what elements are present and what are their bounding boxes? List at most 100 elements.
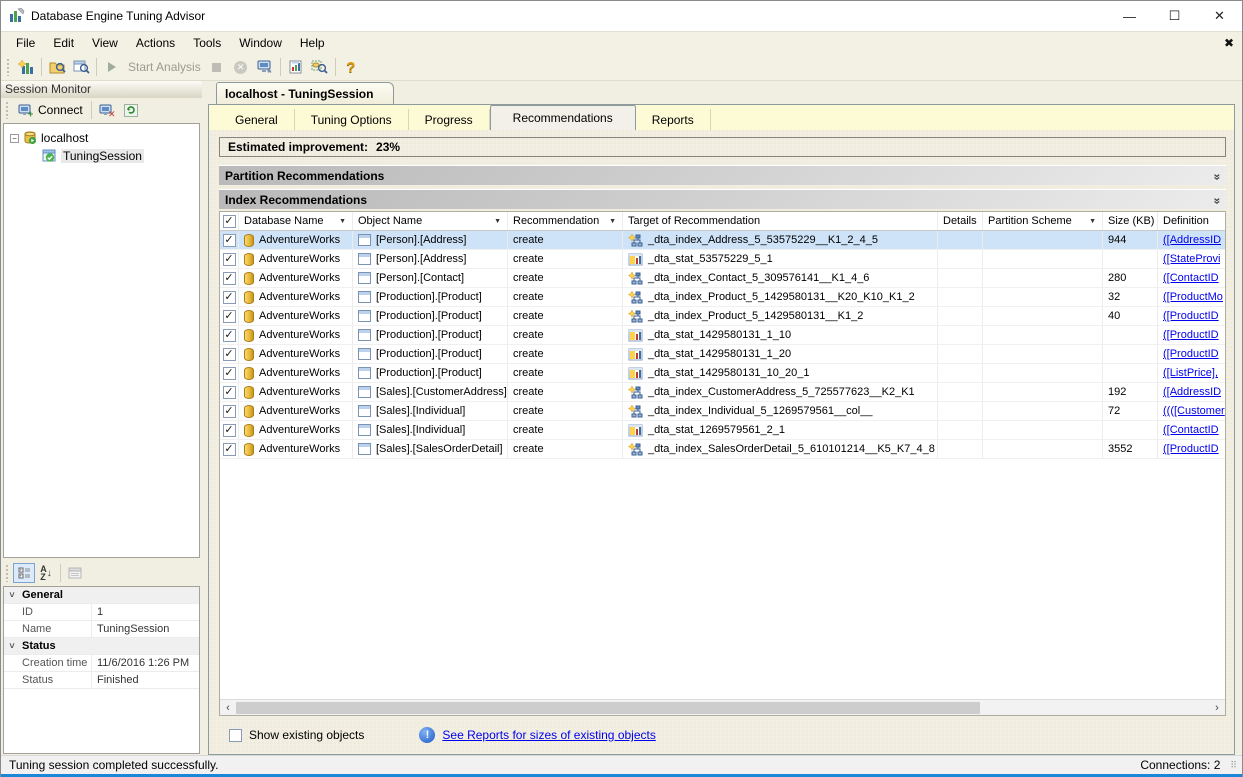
export-report-icon[interactable] — [284, 56, 308, 78]
table-row[interactable]: ✓ AdventureWorks [Person].[Address] crea… — [220, 250, 1225, 269]
definition-link[interactable]: ((([Customer — [1163, 405, 1225, 417]
scroll-right-icon[interactable]: › — [1209, 700, 1225, 716]
tab-recommendations[interactable]: Recommendations — [490, 105, 636, 130]
header-details[interactable]: Details — [938, 212, 983, 230]
definition-link[interactable]: ([ProductID — [1163, 329, 1219, 341]
tab-reports[interactable]: Reports — [636, 109, 711, 130]
table-row[interactable]: ✓ AdventureWorks [Production].[Product] … — [220, 288, 1225, 307]
row-checkbox[interactable]: ✓ — [223, 348, 236, 361]
tree-item-session[interactable]: TuningSession — [4, 147, 199, 165]
toolbar-grip[interactable] — [5, 564, 10, 582]
table-row[interactable]: ✓ AdventureWorks [Production].[Product] … — [220, 326, 1225, 345]
property-pages-icon[interactable] — [64, 563, 86, 583]
row-checkbox[interactable]: ✓ — [223, 443, 236, 456]
property-row-creation-time[interactable]: Creation time 11/6/2016 1:26 PM — [4, 655, 199, 672]
definition-link[interactable]: ([ProductID — [1163, 348, 1219, 360]
tree-item-server[interactable]: − localhost — [4, 129, 199, 147]
start-analysis-label[interactable]: Start Analysis — [124, 60, 205, 74]
property-category-status[interactable]: ˅ Status — [4, 638, 199, 655]
row-checkbox[interactable]: ✓ — [223, 253, 236, 266]
property-row-status[interactable]: Status Finished — [4, 672, 199, 689]
stop-analysis-icon[interactable] — [205, 56, 229, 78]
row-checkbox[interactable]: ✓ — [223, 367, 236, 380]
row-checkbox[interactable]: ✓ — [223, 329, 236, 342]
row-checkbox[interactable]: ✓ — [223, 310, 236, 323]
definition-link[interactable]: ([ProductID — [1163, 443, 1219, 455]
table-row[interactable]: ✓ AdventureWorks [Sales].[Individual] cr… — [220, 402, 1225, 421]
refresh-icon[interactable] — [119, 99, 143, 121]
cancel-icon[interactable]: ✕ — [229, 56, 253, 78]
definition-link[interactable]: ([AddressID — [1163, 386, 1221, 398]
start-analysis-icon[interactable] — [100, 56, 124, 78]
menu-item[interactable]: View — [83, 33, 127, 53]
connect-button[interactable]: + Connect — [13, 101, 88, 119]
menu-item[interactable]: Edit — [44, 33, 83, 53]
table-row[interactable]: ✓ AdventureWorks [Sales].[SalesOrderDeta… — [220, 440, 1225, 459]
categorized-icon[interactable]: ++ — [13, 563, 35, 583]
show-existing-objects-checkbox[interactable] — [229, 729, 242, 742]
table-row[interactable]: ✓ AdventureWorks [Production].[Product] … — [220, 364, 1225, 383]
header-object-name[interactable]: Object Name▼ — [353, 212, 508, 230]
see-reports-link[interactable]: See Reports for sizes of existing object… — [442, 728, 655, 742]
row-checkbox[interactable]: ✓ — [223, 272, 236, 285]
disconnect-icon[interactable]: ✕ — [95, 99, 119, 121]
horizontal-scrollbar[interactable]: ‹ › — [220, 699, 1225, 715]
tab-tuning-options[interactable]: Tuning Options — [295, 109, 409, 130]
close-document-icon[interactable]: ✖ — [1224, 36, 1234, 50]
open-workload-icon[interactable] — [69, 56, 93, 78]
definition-link[interactable]: ([ContactID — [1163, 272, 1219, 284]
definition-link[interactable]: ([AddressID — [1163, 234, 1221, 246]
definition-link[interactable]: ([ContactID — [1163, 424, 1219, 436]
tab-general[interactable]: General — [219, 109, 295, 130]
menu-item[interactable]: Window — [230, 33, 291, 53]
table-row[interactable]: ✓ AdventureWorks [Person].[Contact] crea… — [220, 269, 1225, 288]
close-button[interactable]: ✕ — [1197, 1, 1242, 31]
tab-progress[interactable]: Progress — [409, 109, 490, 130]
menu-item[interactable]: Help — [291, 33, 334, 53]
expand-chevron-icon[interactable]: » — [1211, 197, 1225, 202]
new-session-icon[interactable] — [14, 56, 38, 78]
collapse-icon[interactable]: − — [10, 134, 19, 143]
resize-grip[interactable]: ⠿ — [1230, 760, 1238, 771]
definition-link[interactable]: ([ProductMo — [1163, 291, 1223, 303]
definition-link[interactable]: ([ListPrice], — [1163, 367, 1218, 379]
scroll-left-icon[interactable]: ‹ — [220, 700, 236, 716]
open-session-icon[interactable] — [45, 56, 69, 78]
scrollbar-thumb[interactable] — [236, 702, 980, 714]
menu-item[interactable]: File — [7, 33, 44, 53]
header-target[interactable]: Target of Recommendation — [623, 212, 938, 230]
filter-arrow-icon[interactable]: ▼ — [494, 218, 501, 225]
header-partition-scheme[interactable]: Partition Scheme▼ — [983, 212, 1103, 230]
menu-item[interactable]: Actions — [127, 33, 184, 53]
select-all-checkbox[interactable]: ✓ — [223, 215, 236, 228]
toolbar-grip[interactable] — [5, 101, 10, 119]
expand-chevron-icon[interactable]: » — [1211, 173, 1225, 178]
filter-arrow-icon[interactable]: ▼ — [1089, 218, 1096, 225]
table-row[interactable]: ✓ AdventureWorks [Person].[Address] crea… — [220, 231, 1225, 250]
row-checkbox[interactable]: ✓ — [223, 234, 236, 247]
property-row-id[interactable]: ID 1 — [4, 604, 199, 621]
document-tab[interactable]: localhost - TuningSession — [216, 82, 394, 104]
row-checkbox[interactable]: ✓ — [223, 405, 236, 418]
help-icon[interactable]: ? — [339, 56, 363, 78]
property-row-name[interactable]: Name TuningSession — [4, 621, 199, 638]
row-checkbox[interactable]: ✓ — [223, 424, 236, 437]
header-definition[interactable]: Definition — [1158, 212, 1226, 230]
tuning-options-icon[interactable] — [308, 56, 332, 78]
index-recommendations-bar[interactable]: Index Recommendations » — [219, 189, 1226, 209]
header-size[interactable]: Size (KB) — [1103, 212, 1158, 230]
filter-arrow-icon[interactable]: ▼ — [609, 218, 616, 225]
maximize-button[interactable]: ☐ — [1152, 1, 1197, 31]
toolbar-grip[interactable] — [6, 58, 11, 76]
property-category-general[interactable]: ˅ General — [4, 587, 199, 604]
menu-item[interactable]: Tools — [184, 33, 230, 53]
alphabetical-sort-icon[interactable]: AZ↓ — [35, 563, 57, 583]
filter-arrow-icon[interactable]: ▼ — [339, 218, 346, 225]
definition-link[interactable]: ([StateProvi — [1163, 253, 1220, 265]
table-row[interactable]: ✓ AdventureWorks [Production].[Product] … — [220, 345, 1225, 364]
row-checkbox[interactable]: ✓ — [223, 386, 236, 399]
apply-recommendations-icon[interactable] — [253, 56, 277, 78]
minimize-button[interactable]: — — [1107, 1, 1152, 31]
definition-link[interactable]: ([ProductID — [1163, 310, 1219, 322]
header-recommendation[interactable]: Recommendation▼ — [508, 212, 623, 230]
